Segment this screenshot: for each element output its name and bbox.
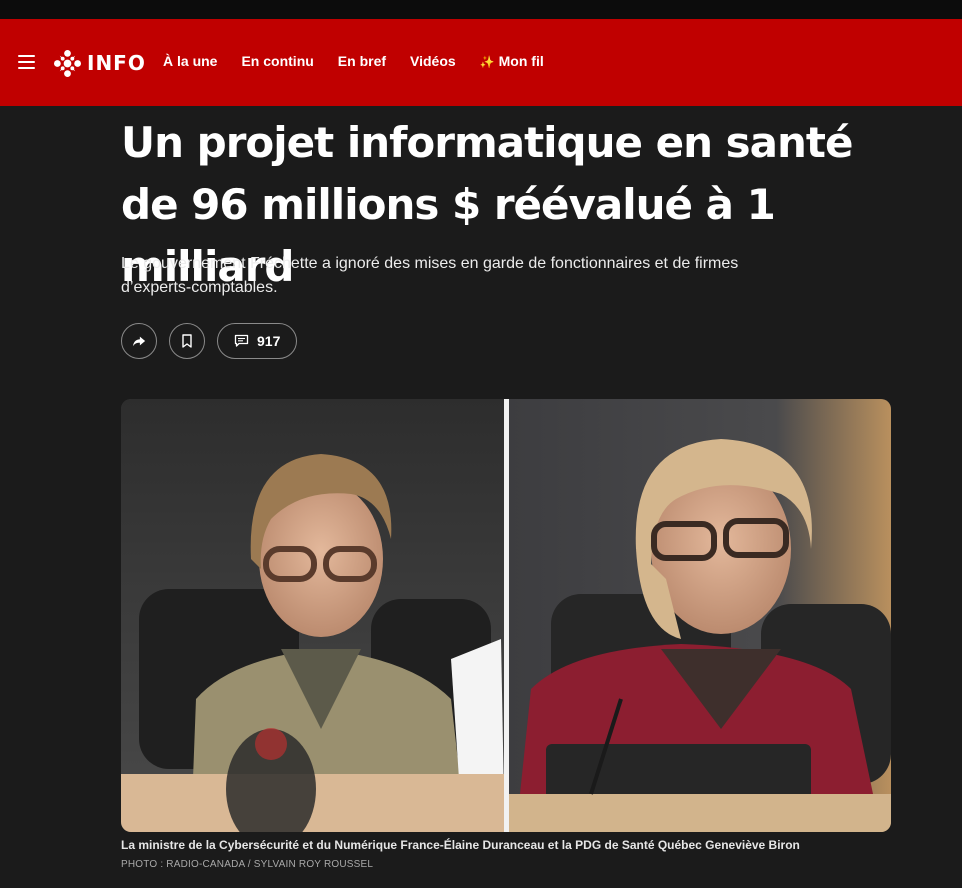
comment-icon <box>234 334 249 347</box>
nav-link-videos[interactable]: Vidéos <box>410 53 456 69</box>
photo-caption: La ministre de la Cybersécurité et du Nu… <box>121 838 800 852</box>
share-arrow-icon <box>132 336 146 347</box>
radio-canada-gem-icon <box>54 49 81 77</box>
brand-label: INFO <box>87 51 146 75</box>
site-header: INFO À la une En continu En bref Vidéos … <box>0 19 962 106</box>
article-photo <box>121 399 891 832</box>
nav-link-en-continu[interactable]: En continu <box>241 53 313 69</box>
nav-link-a-la-une[interactable]: À la une <box>163 53 217 69</box>
photo-illustration <box>121 399 891 832</box>
bookmark-button[interactable] <box>169 323 205 359</box>
nav-link-mon-fil[interactable]: ✨ Mon fil <box>480 53 544 69</box>
sparkle-icon: ✨ <box>479 55 495 69</box>
browser-top-strip <box>0 0 962 19</box>
nav-link-mon-fil-label: Mon fil <box>498 53 544 69</box>
comments-count: 917 <box>257 333 281 349</box>
main-navigation: À la une En continu En bref Vidéos ✨ Mon … <box>163 53 544 69</box>
hamburger-icon[interactable] <box>18 55 35 69</box>
photo-credit: PHOTO : RADIO-CANADA / SYLVAIN ROY ROUSS… <box>121 859 374 870</box>
bookmark-icon <box>182 334 192 348</box>
share-button[interactable] <box>121 323 157 359</box>
article-subtitle: Le gouvernement Fréchette a ignoré des m… <box>121 255 739 296</box>
comments-button[interactable]: 917 <box>217 323 298 359</box>
nav-link-en-bref[interactable]: En bref <box>338 53 386 69</box>
site-logo[interactable]: INFO <box>54 48 146 78</box>
article-actions: 917 <box>121 323 298 359</box>
